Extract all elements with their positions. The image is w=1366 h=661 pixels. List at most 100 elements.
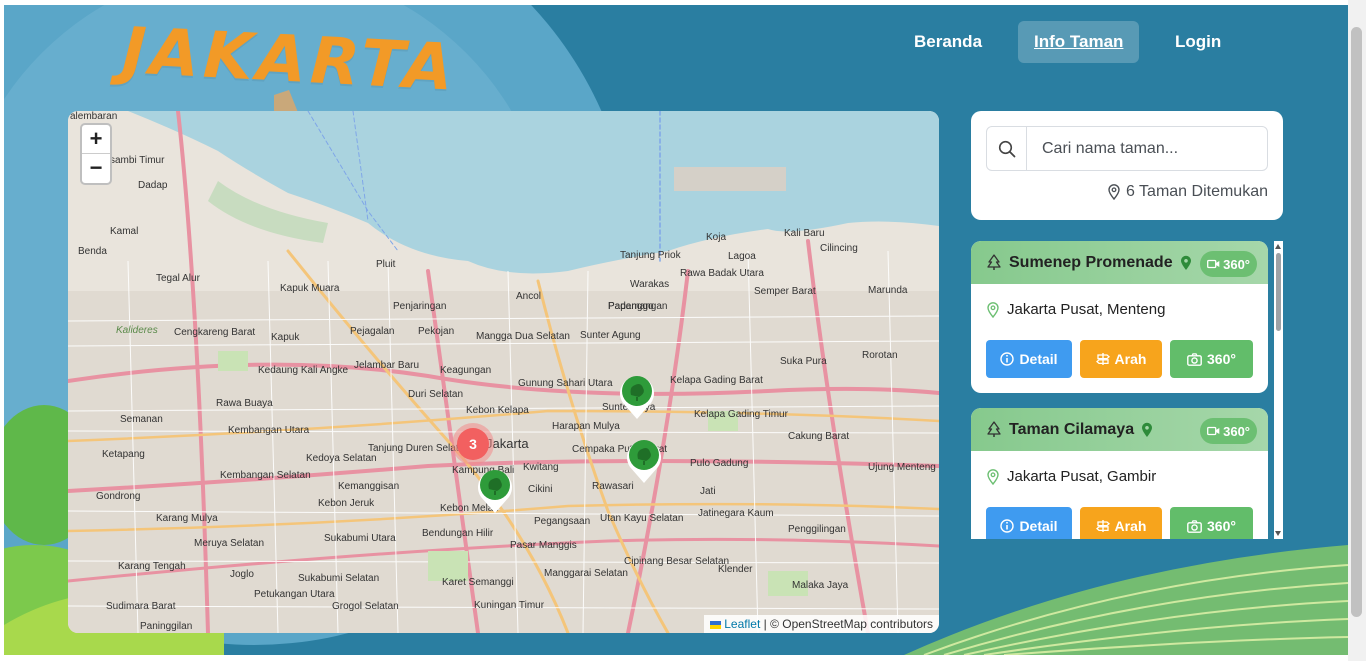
map-label: sambi Timur xyxy=(110,155,165,166)
leaflet-link[interactable]: Leaflet xyxy=(724,617,760,631)
park-card[interactable]: Taman Cilamaya 360° Jakarta Pusat, Gambi… xyxy=(971,408,1268,539)
search-box xyxy=(986,126,1268,171)
search-card: 6 Taman Ditemukan xyxy=(971,111,1283,220)
park-card-header: Taman Cilamaya 360° xyxy=(971,408,1268,451)
map-label: Cakung Barat xyxy=(788,431,849,442)
map-label: Pekojan xyxy=(418,326,454,337)
map-label: Koja xyxy=(706,232,726,243)
map-label: Benda xyxy=(78,246,107,257)
search-input[interactable] xyxy=(1028,127,1267,170)
map-label: Cikini xyxy=(528,484,552,495)
detail-button[interactable]: Detail xyxy=(986,340,1072,378)
zoom-out-button[interactable]: − xyxy=(82,154,110,183)
map-label: Kembangan Utara xyxy=(228,425,310,436)
osm-attribution[interactable]: © OpenStreetMap contributors xyxy=(770,617,933,631)
cluster-count: 3 xyxy=(457,428,489,460)
map-label: Kwitang xyxy=(523,462,559,473)
window-scroll-thumb[interactable] xyxy=(1351,27,1362,617)
badge-360-label: 360° xyxy=(1223,423,1250,439)
park-location-text: Jakarta Pusat, Menteng xyxy=(1007,301,1166,318)
badge-360-label: 360° xyxy=(1223,256,1250,272)
map-label: Sunter Agung xyxy=(580,330,641,341)
map-label: Marunda xyxy=(868,285,908,296)
map-label: Ketapang xyxy=(102,449,145,460)
map-label: Kapuk Muara xyxy=(280,283,340,294)
park-marker[interactable] xyxy=(475,467,515,515)
map-label: Karang Tengah xyxy=(118,561,186,572)
ukraine-flag-icon xyxy=(709,620,721,629)
location-pin-icon xyxy=(987,301,999,318)
detail-button[interactable]: Detail xyxy=(986,507,1072,539)
nav-beranda[interactable]: Beranda xyxy=(914,21,982,63)
map-label: Warakas xyxy=(630,279,669,290)
map-label: Rawa Badak Utara xyxy=(680,268,764,279)
map-label: Paninggilan xyxy=(140,621,192,632)
map-label: Harapan Mulya xyxy=(552,421,620,432)
view-360-button[interactable]: 360° xyxy=(1170,507,1253,539)
directions-button-label: Arah xyxy=(1114,351,1147,367)
badge-360: 360° xyxy=(1200,251,1257,277)
park-list-scrollbar[interactable] xyxy=(1274,241,1283,539)
map-label: Semper Barat xyxy=(754,286,816,297)
park-card-header: Sumenep Promenade 360° xyxy=(971,241,1268,284)
map-label: Jati xyxy=(700,486,716,497)
map-label: Mangga Dua Selatan xyxy=(476,331,570,342)
map-label: Rawa Buaya xyxy=(216,398,273,409)
map-label: Penjaringan xyxy=(393,301,446,312)
map-label: Utan Kayu Selatan xyxy=(600,513,683,524)
page: JAKARTA Beranda Info Taman Login alembar… xyxy=(4,5,1348,655)
map[interactable]: alembaran sambi Timur Dadap Kamal Benda … xyxy=(68,111,939,633)
map-label: Sukabumi Selatan xyxy=(298,573,379,584)
view-360-button[interactable]: 360° xyxy=(1170,340,1253,378)
map-label: Bendungan Hilir xyxy=(422,528,494,539)
directions-button[interactable]: Arah xyxy=(1080,340,1162,378)
map-label: Meruya Selatan xyxy=(194,538,264,549)
map-label: Tanjung Priok xyxy=(620,250,682,261)
map-label: Karet Semanggi xyxy=(442,577,514,588)
map-label: Jatinegara Kaum xyxy=(698,508,774,519)
scroll-up-arrow[interactable] xyxy=(1275,244,1281,249)
info-icon xyxy=(1000,352,1015,366)
map-label: Joglo xyxy=(230,569,254,580)
tree-icon xyxy=(987,421,1001,437)
zoom-control: + − xyxy=(80,123,112,185)
location-pin-icon xyxy=(987,468,999,485)
park-marker[interactable] xyxy=(617,373,657,421)
window-scrollbar[interactable] xyxy=(1348,0,1366,661)
scroll-down-arrow[interactable] xyxy=(1275,531,1281,536)
park-name: Taman Cilamaya xyxy=(1009,420,1135,438)
nav-info-taman[interactable]: Info Taman xyxy=(1018,21,1140,63)
map-label: Malaka Jaya xyxy=(792,580,849,591)
map-label: Tegal Alur xyxy=(156,273,201,284)
badge-360: 360° xyxy=(1200,418,1257,444)
directions-button[interactable]: Arah xyxy=(1080,507,1162,539)
park-location: Jakarta Pusat, Menteng xyxy=(987,301,1165,318)
nav-login[interactable]: Login xyxy=(1175,21,1221,63)
scroll-thumb[interactable] xyxy=(1276,253,1281,331)
map-attribution: Leaflet | © OpenStreetMap contributors xyxy=(703,615,939,633)
map-label: Sukabumi Utara xyxy=(324,533,396,544)
zoom-in-button[interactable]: + xyxy=(82,125,110,154)
map-label: Cilincing xyxy=(820,243,858,254)
location-pin-icon xyxy=(1142,422,1153,437)
map-label: Duri Selatan xyxy=(408,389,463,400)
park-card[interactable]: Sumenep Promenade 360° Jakarta Pusat, Me… xyxy=(971,241,1268,393)
map-label: Manggarai Selatan xyxy=(544,568,628,579)
map-label: Ancol xyxy=(516,291,541,302)
map-label: Kebon Jeruk xyxy=(318,498,375,509)
view-360-button-label: 360° xyxy=(1207,518,1236,534)
marker-cluster[interactable]: 3 xyxy=(452,423,494,465)
map-label: alembaran xyxy=(70,111,117,122)
map-label: Lagoa xyxy=(728,251,756,262)
video-camera-icon xyxy=(1207,259,1220,269)
map-label: Kelapa Gading Barat xyxy=(670,375,763,386)
tree-icon xyxy=(987,254,1001,270)
map-label: Kedoya Selatan xyxy=(306,453,377,464)
map-label: Kembangan Selatan xyxy=(220,470,311,481)
park-marker[interactable] xyxy=(624,437,664,485)
park-list[interactable]: Sumenep Promenade 360° Jakarta Pusat, Me… xyxy=(971,241,1268,539)
map-label: Rorotan xyxy=(862,350,898,361)
camera-icon xyxy=(1187,519,1202,533)
map-tiles: alembaran sambi Timur Dadap Kamal Benda … xyxy=(68,111,939,633)
map-label: Pluit xyxy=(376,259,396,270)
